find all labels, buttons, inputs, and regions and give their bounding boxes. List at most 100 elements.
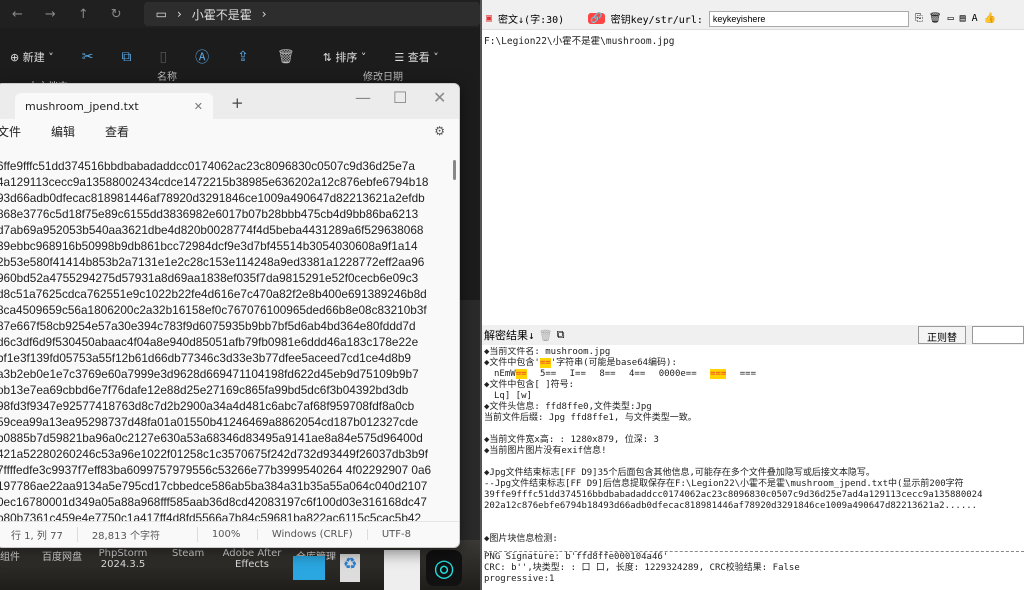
notepad-menu-bar: 文件 编辑 查看 ⚙: [0, 119, 459, 143]
view-label: 查看: [407, 51, 430, 64]
close-tab-icon[interactable]: ✕: [194, 100, 203, 113]
text-line: 7ffffedfe3c9937f7eff83ba6099757979556c53…: [0, 463, 432, 477]
result-line: --Jpg文件结束标志[FF D9]后信息提取保存在F:\Legion22\小霍…: [484, 479, 964, 489]
text: '字符串(可能是base64编码):: [550, 358, 677, 368]
key-input[interactable]: [708, 10, 909, 27]
back-icon[interactable]: ←: [12, 7, 23, 22]
text-line: 39ebbc968916b50998b9db861bcc72984dcf9e3d…: [0, 239, 418, 253]
desktop-icon-label[interactable]: Steam: [172, 548, 204, 559]
forward-icon[interactable]: →: [45, 7, 56, 22]
desktop-icon-label[interactable]: PhpStorm 2024.3.5: [98, 548, 148, 570]
copy-icon[interactable]: ⧉: [121, 49, 131, 65]
thumb-icon[interactable]: 👍: [984, 13, 996, 24]
eq-item: 8==: [599, 369, 616, 379]
desktop-icon-label[interactable]: Adobe After Effects: [220, 548, 284, 570]
text-line: d8c51a7625cdca762551e9c1022b22fe4d616e7c…: [0, 287, 427, 301]
eq-item: ===: [710, 369, 727, 379]
text-line: 2b53e580f41414b853b2a7131e1e2c28c153e114…: [0, 255, 425, 269]
text-line: 93d66adb0dfecac818981446af78920d3291846c…: [0, 191, 425, 205]
menu-edit[interactable]: 编辑: [51, 123, 75, 140]
delete-icon[interactable]: 🗑: [277, 49, 295, 65]
notepad-tab-bar: mushroom_jpend.txt ✕ + — ☐ ✕: [0, 84, 459, 119]
text-line: d6c3df6d9f530450abaac4f04a8e940d85051afb…: [0, 335, 419, 349]
text-line: bf1e3f139fd05753a55f12b61d66db77346c3d33…: [0, 351, 411, 365]
eq-item: 0000e==: [658, 369, 697, 379]
up-icon[interactable]: ↑: [78, 7, 89, 22]
window-icon[interactable]: ▭: [948, 13, 954, 24]
zoom-level[interactable]: 100%: [198, 529, 258, 540]
line-ending[interactable]: Windows (CRLF): [258, 529, 368, 540]
view-button[interactable]: ☰ 查看 ˅: [394, 49, 438, 65]
result-line: 202a12c876ebfe6794b18493d66adb0dfecac818…: [484, 501, 978, 511]
text-line: ob13e7ea69cbbd6e7f76dafe12e88d25e27169c8…: [0, 383, 409, 397]
result-line: Lq] [w]: [494, 391, 532, 401]
new-tab-icon[interactable]: +: [231, 94, 244, 112]
address-bar[interactable]: ▭ › 小霍不是霍 ›: [143, 2, 480, 26]
app-icon[interactable]: ◎: [426, 550, 462, 586]
trash-icon[interactable]: 🗑: [539, 329, 553, 342]
result-line: ◆文件中包含'=='字符串(可能是base64编码):: [484, 358, 1024, 369]
text-line: 0ec16780001d349a05a88a968fff585aab36d8cd…: [0, 495, 427, 509]
menu-file[interactable]: 文件: [0, 123, 21, 140]
regex-button[interactable]: 正则替: [918, 326, 966, 344]
eq-item: ==: [515, 369, 527, 379]
text-line: 197786ae22aa9134a5e795cd17cbbedce586ab5b…: [0, 479, 428, 493]
copy-icon[interactable]: ⧉: [557, 328, 565, 342]
result-line: ◆当前文件名: mushroom.jpg: [484, 347, 611, 357]
refresh-icon[interactable]: ↻: [111, 7, 122, 22]
new-label: 新建: [22, 51, 45, 64]
regex-input[interactable]: [972, 326, 1024, 344]
result-line: ◆文件中包含[ ]符号:: [484, 380, 575, 390]
eq-item: nEmW: [494, 369, 516, 379]
text-line: b0885b7d59821ba96a0c2127e630a53a68346d83…: [0, 431, 423, 445]
tool-toolbar: ▣ 密文↓(字:30) 🔗 密钥key/str/url: ⎘ 🗑 ▭ ▤ A 👍: [482, 8, 1024, 30]
notepad-tab[interactable]: mushroom_jpend.txt ✕: [15, 93, 213, 119]
recycle-bin-icon[interactable]: ♻: [340, 554, 360, 582]
file-path: F:\Legion22\小霍不是霍\mushroom.jpg: [484, 36, 675, 47]
text-line: a3b2eb0e1e7c3769e60a7999e3d9628d66947110…: [0, 367, 419, 381]
layout-icon[interactable]: ▤: [960, 13, 966, 24]
result-header: 解密结果↓ 🗑 ⧉ 正则替: [482, 325, 1024, 345]
breadcrumb[interactable]: 小霍不是霍: [192, 6, 252, 23]
anime-app-icon[interactable]: [384, 550, 420, 590]
share-icon[interactable]: ⇪: [237, 49, 249, 65]
eq-item: ===: [739, 369, 757, 379]
close-window-icon[interactable]: ✕: [433, 88, 446, 107]
text-line: b80b7361c459e4e7750c1a417ff4d8fd5566a7b8…: [0, 511, 422, 521]
maximize-icon[interactable]: ☐: [393, 88, 407, 107]
trash-icon[interactable]: 🗑: [929, 13, 942, 24]
text-line: 87e667f58cb9254e57a30e394c783f9d6075935b…: [0, 319, 416, 333]
desktop-icon-label[interactable]: 百度网盘: [42, 548, 82, 563]
text-line: 421a52280260246c53a96e1022f01258c1c35706…: [0, 447, 429, 461]
column-name[interactable]: 名称: [157, 68, 177, 83]
paste-icon[interactable]: ▯: [159, 49, 167, 65]
encoding[interactable]: UTF-8: [368, 529, 425, 540]
text-line: 960bd52a4755294275d57931a8d69aa1838ef035…: [0, 271, 419, 285]
text-line: 6ffe9fffc51dd374516bbdbabadaddcc0174062a…: [0, 159, 415, 173]
menu-view[interactable]: 查看: [105, 123, 129, 140]
cut-icon[interactable]: ✂: [82, 49, 94, 65]
font-icon[interactable]: A: [972, 13, 978, 24]
chevron-icon: ›: [176, 7, 182, 21]
minimize-icon[interactable]: —: [355, 88, 371, 107]
sort-button[interactable]: ⇅ 排序 ˅: [323, 49, 367, 65]
chevron-icon: ›: [261, 7, 267, 21]
column-modified[interactable]: 修改日期: [363, 68, 403, 83]
result-text[interactable]: ◆当前文件名: mushroom.jpg ◆文件中包含'=='字符串(可能是ba…: [484, 347, 1024, 585]
settings-gear-icon[interactable]: ⚙: [434, 124, 445, 138]
this-pc-icon[interactable]: [293, 556, 325, 580]
notepad-text-area[interactable]: 6ffe9fffc51dd374516bbdbabadaddcc0174062a…: [0, 156, 445, 521]
new-button[interactable]: ⊕ 新建 ˅: [10, 49, 54, 65]
result-line: ◆当前文件宽x高: : 1280x879, 位深: 3: [484, 435, 659, 445]
vertical-scrollbar[interactable]: [453, 160, 456, 180]
result-line: PNG Signature: b'ffd8ffe000104a46': [484, 552, 669, 562]
result-line: 39ffe9fffc51dd374516bbdbabadaddcc0174062…: [484, 490, 983, 500]
desktop-icon-label[interactable]: 组件: [0, 548, 20, 563]
char-count: 28,813 个字符: [78, 527, 198, 542]
text-line: 59cea99a13ea95298737d48fa01a01550b412464…: [0, 415, 419, 429]
eq-item: 5==: [539, 369, 557, 379]
tool-menu-strip: [482, 0, 1024, 8]
paste-icon[interactable]: ⎘: [915, 13, 923, 24]
explorer-nav-bar: ← → ↑ ↻ ▭ › 小霍不是霍 ›: [0, 0, 480, 28]
text-line: 868e3776c5d18f75e89c6155dd3836982e6017b0…: [0, 207, 419, 221]
